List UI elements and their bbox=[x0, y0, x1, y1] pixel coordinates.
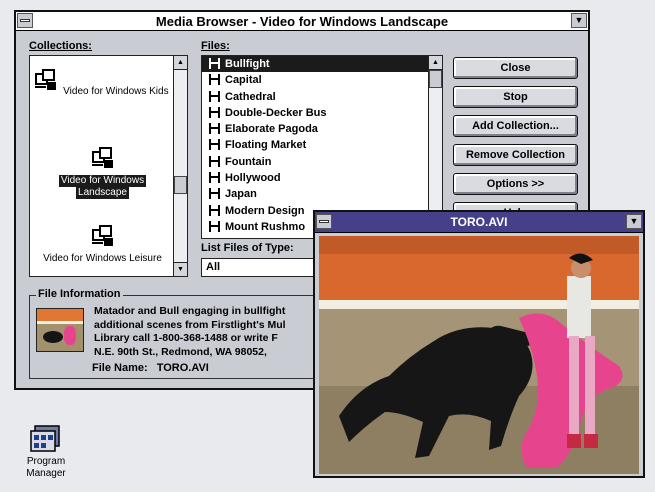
video-collection-icon bbox=[91, 147, 113, 168]
description-line: Matador and Bull engaging in bullfight bbox=[94, 305, 286, 317]
scroll-up-arrow-icon[interactable]: ▲ bbox=[174, 56, 187, 70]
video-collection-icon bbox=[91, 225, 113, 246]
options-button[interactable]: Options >> bbox=[453, 173, 578, 195]
file-list-item-label: Mount Rushmo bbox=[225, 220, 306, 233]
file-list-item-label: Elaborate Pagoda bbox=[225, 123, 318, 136]
video-frame bbox=[319, 236, 639, 474]
film-icon bbox=[209, 139, 220, 151]
film-icon bbox=[209, 220, 220, 232]
title-bar: Media Browser - Video for Windows Landsc… bbox=[16, 12, 588, 31]
collection-label: Video for Windows Kids bbox=[63, 86, 169, 97]
chevron-down-icon: ▼ bbox=[629, 216, 639, 226]
file-list-item[interactable]: Hollywood bbox=[202, 170, 428, 186]
collection-item-kids[interactable]: Video for Windows Kids bbox=[30, 68, 175, 98]
file-name-row: File Name: TORO.AVI bbox=[92, 362, 209, 374]
files-label: Files: bbox=[201, 40, 230, 52]
film-icon bbox=[209, 58, 220, 69]
file-list-item-label: Cathedral bbox=[225, 90, 276, 103]
file-list-item[interactable]: Bullfight bbox=[202, 56, 428, 73]
collection-item-landscape[interactable]: Video for Windows Landscape bbox=[30, 146, 175, 199]
file-list-item-label: Fountain bbox=[225, 155, 272, 168]
file-list-item-label: Capital bbox=[225, 74, 262, 87]
file-description: Matador and Bull engaging in bullfight a… bbox=[94, 305, 286, 359]
scroll-thumb[interactable] bbox=[429, 70, 442, 88]
program-manager-icon[interactable]: Program Manager bbox=[18, 424, 74, 480]
file-list-item[interactable]: Fountain bbox=[202, 154, 428, 170]
file-name-label: File Name: bbox=[92, 362, 148, 374]
file-list-item[interactable]: Japan bbox=[202, 186, 428, 202]
remove-collection-button[interactable]: Remove Collection bbox=[453, 144, 578, 166]
program-manager-group-icon bbox=[30, 425, 60, 452]
add-collection-button[interactable]: Add Collection... bbox=[453, 115, 578, 137]
file-information-label: File Information bbox=[36, 288, 123, 300]
description-line: N.E. 90th St., Redmond, WA 98052, bbox=[94, 345, 267, 358]
window-title: Media Browser - Video for Windows Landsc… bbox=[155, 14, 449, 29]
scroll-up-arrow-icon[interactable]: ▲ bbox=[429, 56, 442, 70]
file-list-item[interactable]: Cathedral bbox=[202, 89, 428, 105]
file-list-item[interactable]: Elaborate Pagoda bbox=[202, 121, 428, 137]
collection-item-leisure[interactable]: Video for Windows Leisure bbox=[30, 224, 175, 265]
file-list-item-label: Hollywood bbox=[225, 172, 281, 185]
program-manager-label-line2: Manager bbox=[26, 468, 66, 479]
description-line: Library call 1-800-368-1488 or write F bbox=[94, 332, 278, 344]
collections-label: Collections: bbox=[29, 40, 92, 52]
video-collection-icon bbox=[35, 69, 57, 90]
file-list-item[interactable]: Floating Market bbox=[202, 137, 428, 153]
file-list-item-label: Bullfight bbox=[225, 58, 270, 70]
video-minimize-button[interactable]: ▼ bbox=[626, 214, 642, 229]
collections-scrollbar[interactable]: ▲ ▼ bbox=[173, 56, 187, 276]
film-icon bbox=[209, 172, 220, 184]
collection-label-line1: Video for Windows bbox=[58, 175, 147, 187]
video-title-bar: TORO.AVI ▼ bbox=[315, 212, 643, 233]
scroll-down-arrow-icon[interactable]: ▼ bbox=[174, 262, 187, 276]
film-icon bbox=[209, 155, 220, 167]
video-window[interactable]: TORO.AVI ▼ bbox=[313, 210, 645, 478]
film-icon bbox=[209, 74, 220, 86]
file-list-item-label: Double-Decker Bus bbox=[225, 106, 327, 119]
chevron-down-icon: ▼ bbox=[574, 15, 584, 25]
file-list-item-label: Japan bbox=[225, 188, 257, 201]
video-thumbnail bbox=[36, 308, 84, 352]
scroll-thumb[interactable] bbox=[174, 176, 187, 194]
video-window-title: TORO.AVI bbox=[450, 215, 508, 229]
film-icon bbox=[209, 188, 220, 200]
file-list-item[interactable]: Capital bbox=[202, 72, 428, 88]
file-type-label: List Files of Type: bbox=[201, 242, 294, 254]
file-list-item-label: Modern Design bbox=[225, 204, 305, 217]
program-manager-label-line1: Program bbox=[26, 456, 66, 467]
minimize-button[interactable]: ▼ bbox=[571, 13, 587, 28]
description-line: additional scenes from Firstlight's Mul bbox=[94, 318, 286, 331]
files-items: Bullfight Capital Cathedral Double-Decker B… bbox=[202, 56, 428, 235]
file-list-item-label: Floating Market bbox=[225, 139, 307, 152]
collections-list[interactable]: Video for Windows Kids Video for Windows… bbox=[29, 55, 188, 277]
film-icon bbox=[209, 123, 220, 135]
file-list-item[interactable]: Double-Decker Bus bbox=[202, 105, 428, 121]
stop-button[interactable]: Stop bbox=[453, 86, 578, 108]
close-button[interactable]: Close bbox=[453, 57, 578, 79]
file-name-value: TORO.AVI bbox=[156, 362, 209, 374]
collection-label: Video for Windows Leisure bbox=[43, 253, 162, 264]
film-icon bbox=[209, 106, 220, 118]
file-type-select[interactable]: All bbox=[201, 258, 326, 277]
film-icon bbox=[209, 204, 220, 216]
film-icon bbox=[209, 90, 220, 102]
collection-label-line2: Landscape bbox=[76, 187, 129, 199]
